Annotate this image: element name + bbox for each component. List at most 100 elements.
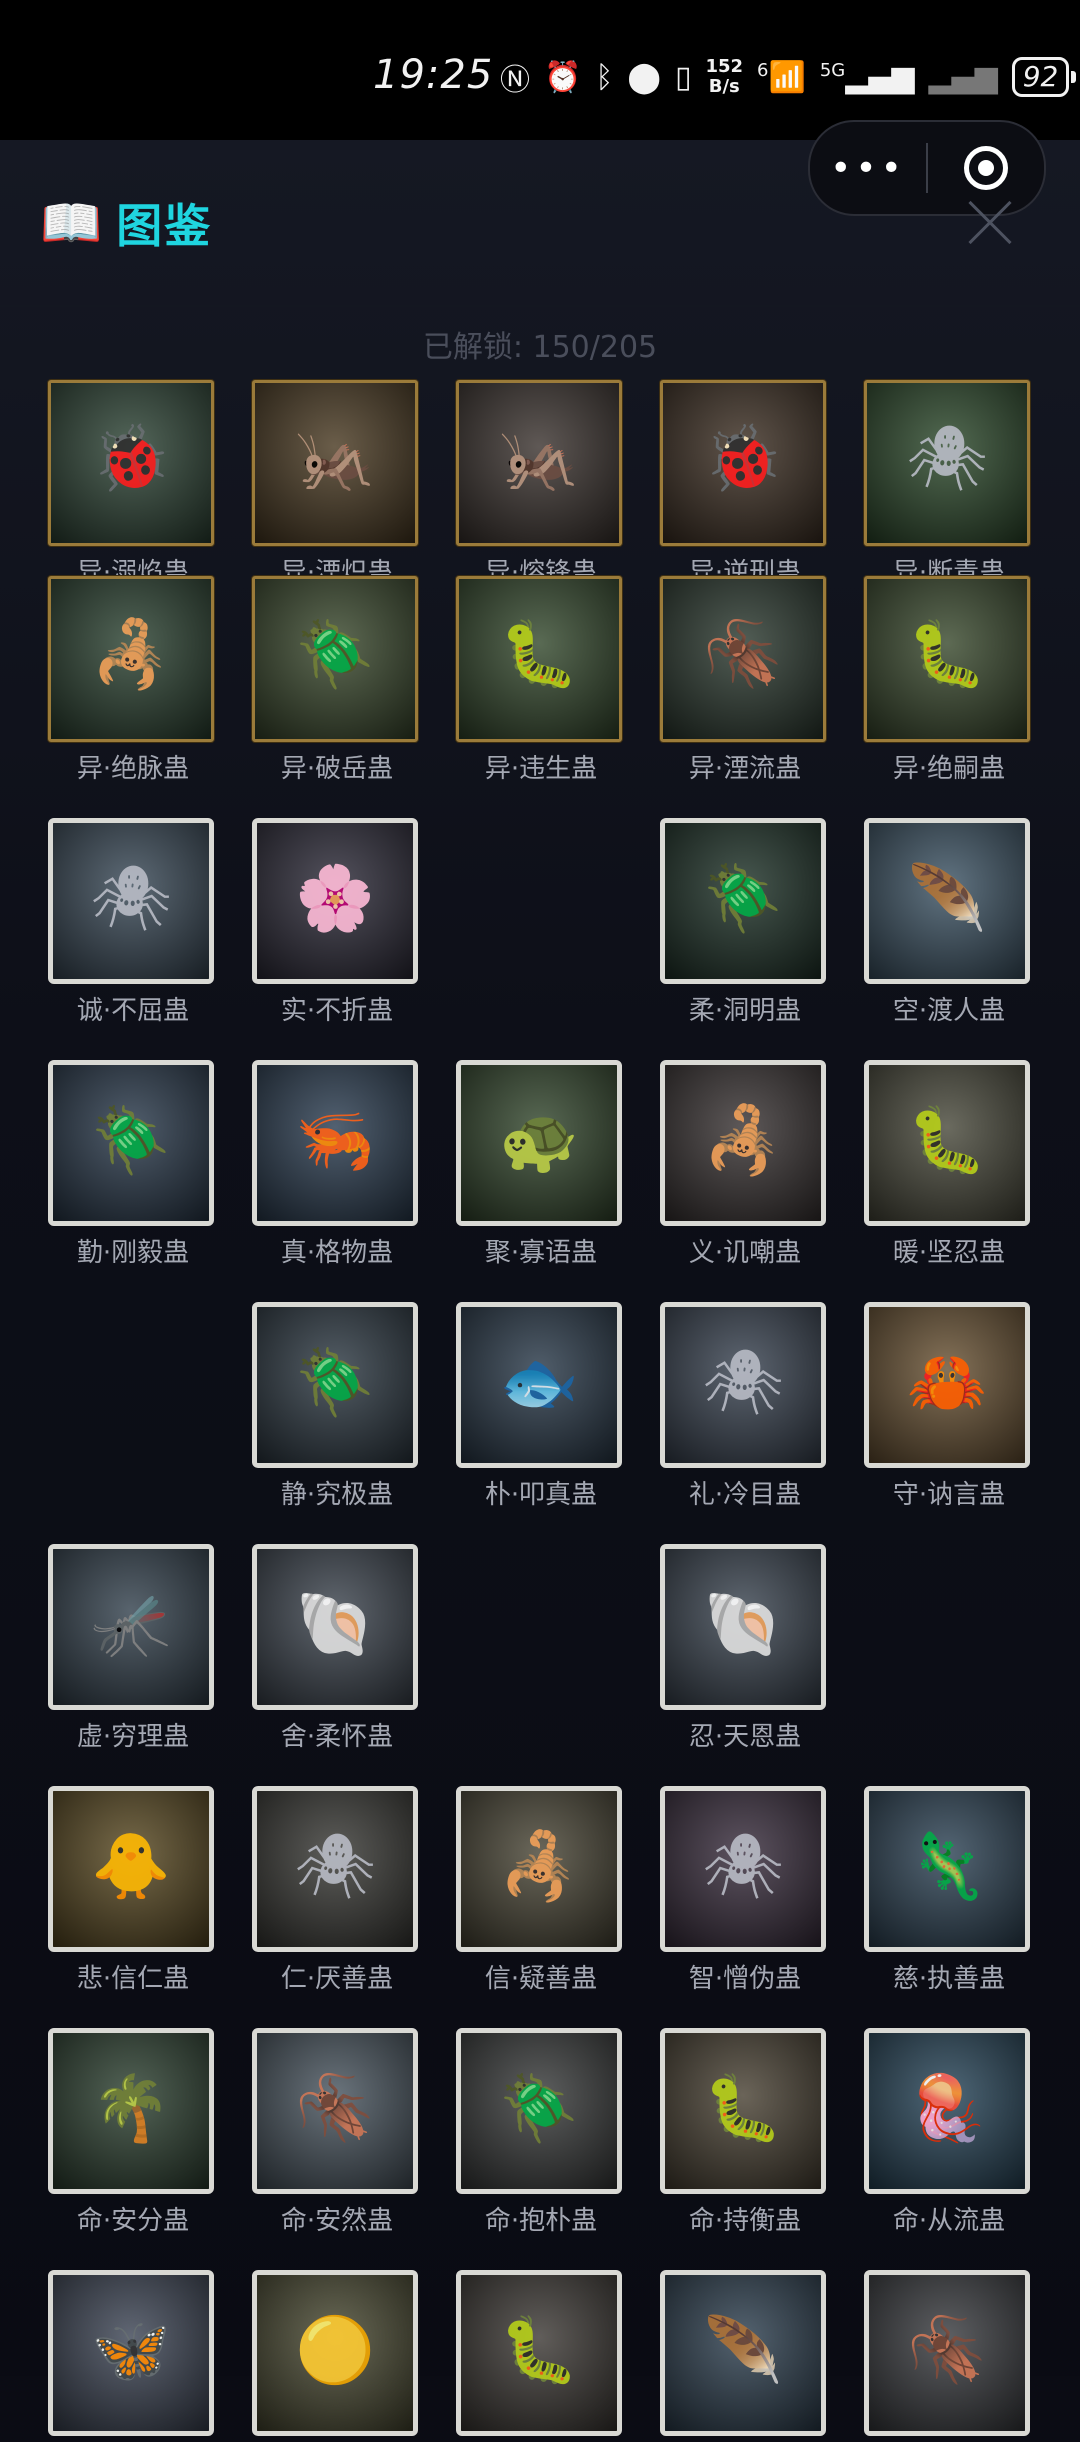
collection-item[interactable]: 🐞 异·逆刑蛊 [660,380,830,589]
collection-item[interactable]: 🦂 义·讥嘲蛊 [660,1060,830,1269]
creature-card[interactable]: 🦂 [456,1786,622,1952]
collection-item[interactable]: 🪳 异·湮流蛊 [660,576,830,785]
creature-card[interactable]: 🐟 [456,1302,622,1468]
close-icon[interactable] [965,198,1015,248]
exit-mini-program-button[interactable] [928,146,1044,190]
creature-card[interactable]: 🕷 [660,1786,826,1952]
collection-item[interactable]: 🦂 异·绝脉蛊 [48,576,218,785]
collection-item[interactable]: 🐛 [456,2270,626,2442]
status-time: 19:25 [373,52,494,98]
creature-card[interactable]: 🕷 [660,1302,826,1468]
collection-item[interactable]: 🦂 信·疑善蛊 [456,1786,626,1995]
collection-item[interactable]: 🪼 命·从流蛊 [864,2028,1034,2237]
creature-card[interactable]: 🪲 [252,1302,418,1468]
creature-card[interactable]: 🪼 [864,2028,1030,2194]
creature-card[interactable]: 🐛 [864,576,1030,742]
collection-item[interactable]: 🦎 慈·执善蛊 [864,1786,1034,1995]
creature-card[interactable]: 🕷 [864,380,1030,546]
creature-card[interactable]: 🐚 [660,1544,826,1710]
creature-card[interactable]: 🦐 [252,1060,418,1226]
creature-card[interactable]: 🦀 [864,1302,1030,1468]
collection-item[interactable]: 🪲 勤·刚毅蛊 [48,1060,218,1269]
collection-item[interactable]: 🕷 诚·不屈蛊 [48,818,218,1027]
cell-signal-2-icon: ▂▄▆ [928,59,998,95]
collection-item[interactable]: 🐥 悲·信仁蛊 [48,1786,218,1995]
collection-item[interactable]: 🦐 真·格物蛊 [252,1060,422,1269]
panel-header: 📖 图鉴 [40,190,212,256]
collection-item[interactable]: 🪲 异·破岳蛊 [252,576,422,785]
collection-item[interactable]: 🐚 舍·柔怀蛊 [252,1544,422,1753]
creature-name: 忍·天恩蛊 [688,1722,802,1752]
collection-item[interactable]: 🪲 命·抱朴蛊 [456,2028,626,2237]
more-menu-button[interactable]: ••• [810,148,926,189]
collection-item[interactable]: 🐢 聚·寡语蛊 [456,1060,626,1269]
creature-name: 朴·叩真蛊 [484,1480,598,1510]
net-speed-unit: B/s [708,76,740,97]
collection-item[interactable]: 🐞 异·溺焰蛊 [48,380,218,589]
creature-card[interactable]: 🐛 [660,2028,826,2194]
creature-card[interactable]: 🪳 [864,2270,1030,2436]
creature-card[interactable]: 🪲 [252,576,418,742]
creature-card[interactable]: 🐞 [48,380,214,546]
mantis-icon: 🦗 [499,422,579,496]
collection-item[interactable]: 🕷 智·憎伪蛊 [660,1786,830,1995]
collection-item[interactable]: 🪶 空·渡人蛊 [864,818,1034,1027]
collection-item[interactable]: 🦀 守·讷言蛊 [864,1302,1034,1511]
collection-item[interactable]: 🐚 忍·天恩蛊 [660,1544,830,1753]
creature-card[interactable]: 🕷 [48,818,214,984]
creature-card[interactable]: 🌸 [252,818,418,984]
creature-name: 真·格物蛊 [280,1238,394,1268]
creature-card[interactable]: 🌴 [48,2028,214,2194]
collection-item[interactable]: 🐛 暖·坚忍蛊 [864,1060,1034,1269]
creature-card[interactable]: 🦗 [252,380,418,546]
creature-card[interactable]: 🦎 [864,1786,1030,1952]
vibrate-icon: ▯ [674,59,692,95]
collection-item[interactable]: 🌸 实·不折蛊 [252,818,422,1027]
status-bar: 19:25 Ⓝ ⏰ ᛒ ⬤ ▯ 152 B/s 6📶 5G▂▄▆ ▂▄▆ 92 [0,0,1080,140]
creature-card[interactable]: 🪳 [252,2028,418,2194]
collection-item[interactable]: 🦗 异·熔锋蛊 [456,380,626,589]
scorpion-icon: 🦂 [91,618,171,692]
creature-card[interactable]: 🟡 [252,2270,418,2436]
creature-card[interactable]: 🐥 [48,1786,214,1952]
cricket-icon: 🦗 [295,422,375,496]
creature-card[interactable]: 🦗 [456,380,622,546]
collection-item[interactable]: 🦟 虚·穷理蛊 [48,1544,218,1753]
creature-card[interactable]: 🪶 [660,2270,826,2436]
creature-name: 异·绝嗣蛊 [892,754,1006,784]
creature-card[interactable]: 🦟 [48,1544,214,1710]
creature-card[interactable]: 🐛 [456,2270,622,2436]
collection-item[interactable]: 🟡 [252,2270,422,2442]
creature-card[interactable]: 🐞 [660,380,826,546]
collection-item[interactable]: 🐛 异·违生蛊 [456,576,626,785]
grub-icon: 🐛 [703,2072,783,2146]
creature-name: 仁·厌善蛊 [280,1964,394,1994]
creature-card[interactable]: 🪲 [660,818,826,984]
creature-card[interactable]: 🐛 [864,1060,1030,1226]
collection-item[interactable]: 🦋 [48,2270,218,2442]
collection-item[interactable]: 🪳 命·安然蛊 [252,2028,422,2237]
creature-card[interactable]: 🐚 [252,1544,418,1710]
creature-card[interactable]: 🐢 [456,1060,622,1226]
collection-item[interactable]: 🪶 [660,2270,830,2442]
creature-card[interactable]: 🕷 [252,1786,418,1952]
collection-item[interactable]: 🐟 朴·叩真蛊 [456,1302,626,1511]
creature-card[interactable]: 🦋 [48,2270,214,2436]
creature-card[interactable]: 🪳 [660,576,826,742]
collection-item[interactable]: 🕷 异·断青蛊 [864,380,1034,589]
collection-item[interactable]: 🪳 [864,2270,1034,2442]
creature-card[interactable]: 🦂 [660,1060,826,1226]
collection-item[interactable]: 🕷 礼·冷目蛊 [660,1302,830,1511]
collection-item[interactable]: 🦗 异·湮炽蛊 [252,380,422,589]
creature-card[interactable]: 🪲 [48,1060,214,1226]
collection-item[interactable]: 🕷 仁·厌善蛊 [252,1786,422,1995]
collection-item[interactable]: 🐛 异·绝嗣蛊 [864,576,1034,785]
creature-card[interactable]: 🐛 [456,576,622,742]
creature-card[interactable]: 🪶 [864,818,1030,984]
collection-item[interactable]: 🌴 命·安分蛊 [48,2028,218,2237]
creature-card[interactable]: 🪲 [456,2028,622,2194]
creature-card[interactable]: 🦂 [48,576,214,742]
collection-item[interactable]: 🪲 静·究极蛊 [252,1302,422,1511]
collection-item[interactable]: 🐛 命·持衡蛊 [660,2028,830,2237]
collection-item[interactable]: 🪲 柔·洞明蛊 [660,818,830,1027]
